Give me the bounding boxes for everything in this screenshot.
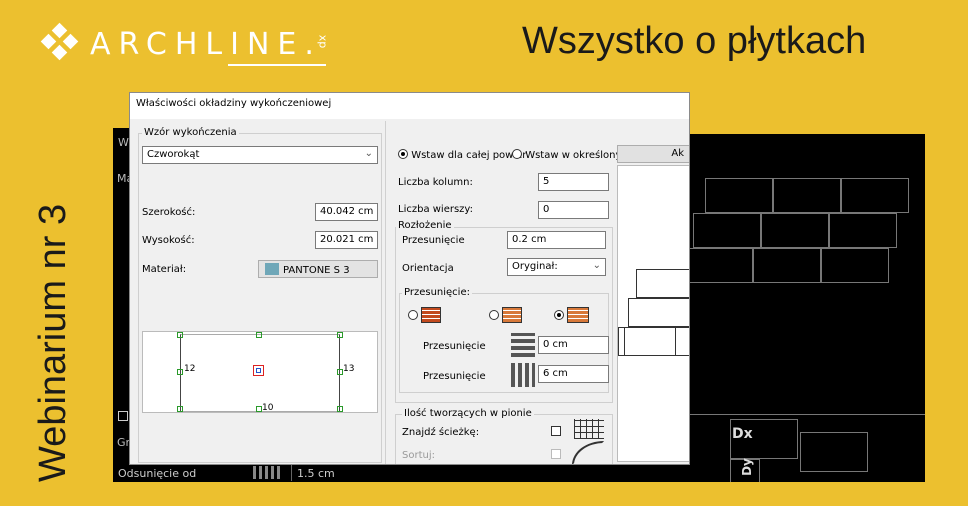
pattern-select[interactable]: Czworokąt ⌄ — [142, 146, 378, 164]
radio-whole-icon — [398, 149, 408, 159]
offset-brick-pattern-icon — [567, 307, 590, 323]
offset-label: Przesunięcie — [402, 235, 465, 246]
row-shift-icon — [511, 363, 535, 387]
radio-defined-label: Wstaw w określonym — [525, 150, 632, 161]
material-value: PANTONE S 3 — [283, 265, 350, 276]
brick-pattern-icon — [253, 466, 281, 479]
shift-row2-label: Przesunięcie — [423, 371, 486, 382]
edge-label-right: 13 — [343, 364, 355, 374]
offset-field[interactable]: 0.2 cm — [507, 231, 606, 249]
pattern-preview — [617, 165, 689, 462]
edge-label-left: 12 — [184, 364, 196, 374]
material-button[interactable]: PANTONE S 3 — [258, 260, 378, 278]
orientation-select[interactable]: Oryginał: ⌄ — [507, 258, 606, 276]
pattern-group — [138, 133, 382, 463]
pattern-group-label: Wzór wykończenia — [142, 127, 239, 138]
logo-diamond-icon — [40, 22, 80, 64]
archline-logo: ARCHLINE. xp — [40, 22, 330, 66]
find-path-checkbox[interactable] — [551, 426, 561, 436]
shift-option-half[interactable] — [489, 307, 523, 323]
left-pane: Wzór wykończenia Czworokąt ⌄ Szerokość: … — [130, 121, 386, 464]
find-path-label: Znajdź ścieżkę: — [402, 427, 480, 438]
width-field[interactable]: 40.042 cm — [315, 203, 378, 221]
cad-offset-value: 1.5 cm — [291, 465, 371, 481]
radio-defined-icon — [512, 149, 522, 159]
shift-row1-field[interactable]: 0 cm — [538, 336, 609, 354]
material-swatch — [265, 263, 279, 275]
logo-text-part1: ARCH — [90, 26, 206, 62]
corner-handle[interactable] — [177, 332, 183, 338]
cad-checkbox[interactable] — [118, 411, 128, 421]
chevron-down-icon: ⌄ — [592, 260, 601, 271]
headline: Wszystko o płytkach — [522, 20, 867, 62]
material-label: Materiał: — [142, 264, 187, 275]
apply-button[interactable]: Ak — [617, 145, 689, 163]
corner-handle[interactable] — [177, 406, 183, 412]
cad-drawing-area: Dx Dy — [690, 134, 925, 482]
curved-grid-icon — [574, 419, 604, 439]
finish-cladding-properties-dialog: Właściwości okładziny wykończeniowej Wzó… — [129, 92, 690, 465]
columns-field[interactable]: 5 — [538, 173, 609, 191]
sort-label: Sortuj: — [402, 450, 435, 461]
sort-checkbox[interactable] — [551, 449, 561, 459]
cad-bottom-strip: Odsunięcie od 1.5 cm — [113, 465, 690, 482]
rows-label: Liczba wierszy: — [398, 204, 473, 215]
logo-underline — [228, 64, 326, 66]
corner-handle[interactable] — [337, 332, 343, 338]
shift-group-label: Przesunięcie: — [402, 287, 472, 298]
edge-label-bottom: 10 — [262, 403, 274, 413]
cad-offset-label: Odsunięcie od — [118, 467, 197, 480]
radio-icon — [554, 310, 564, 320]
radio-whole-surface[interactable]: Wstaw dla całej powier — [398, 149, 526, 161]
corner-handle[interactable] — [337, 406, 343, 412]
center-marker-icon[interactable] — [253, 365, 264, 376]
shift-option-custom[interactable] — [554, 307, 590, 323]
edge-handle[interactable] — [256, 332, 262, 338]
radio-whole-label: Wstaw dla całej powier — [411, 150, 527, 161]
pattern-select-value: Czworokąt — [147, 149, 200, 160]
brick-pattern-icon — [502, 307, 523, 323]
logo-wordmark: ARCHLINE. xp — [90, 26, 330, 62]
grid-pattern-icon — [421, 307, 442, 323]
logo-suffix: xp — [316, 34, 330, 48]
columns-label: Liczba kolumn: — [398, 177, 473, 188]
shift-row1-label: Przesunięcie — [423, 341, 486, 352]
radio-defined-area[interactable]: Wstaw w określonym — [512, 149, 631, 161]
vertical-count-group-label: Ilość tworzących w pionie — [402, 408, 534, 419]
shape-preview: 12 13 10 — [142, 331, 378, 413]
vertical-title: Webinarium nr 3 — [32, 203, 74, 482]
shift-option-none[interactable] — [408, 307, 442, 323]
logo-text-part2: LINE. — [205, 26, 322, 62]
cad-dy-label: Dy — [739, 458, 754, 476]
layout-group-label: Rozłożenie — [396, 220, 454, 231]
cad-dx-label: Dx — [732, 426, 753, 442]
cad-label-w: W — [118, 136, 129, 149]
width-label: Szerokość: — [142, 207, 196, 218]
shift-row2-field[interactable]: 6 cm — [538, 365, 609, 383]
orientation-value: Oryginał: — [512, 261, 558, 272]
edge-handle[interactable] — [177, 369, 183, 375]
chevron-down-icon: ⌄ — [364, 148, 373, 159]
height-label: Wysokość: — [142, 235, 195, 246]
column-shift-icon — [511, 333, 535, 357]
height-field[interactable]: 20.021 cm — [315, 231, 378, 249]
dialog-titlebar: Właściwości okładziny wykończeniowej — [130, 93, 689, 119]
radio-icon — [408, 310, 418, 320]
dialog-title: Właściwości okładziny wykończeniowej — [136, 98, 332, 109]
radio-icon — [489, 310, 499, 320]
rows-field[interactable]: 0 — [538, 201, 609, 219]
orientation-label: Orientacja — [402, 263, 454, 274]
